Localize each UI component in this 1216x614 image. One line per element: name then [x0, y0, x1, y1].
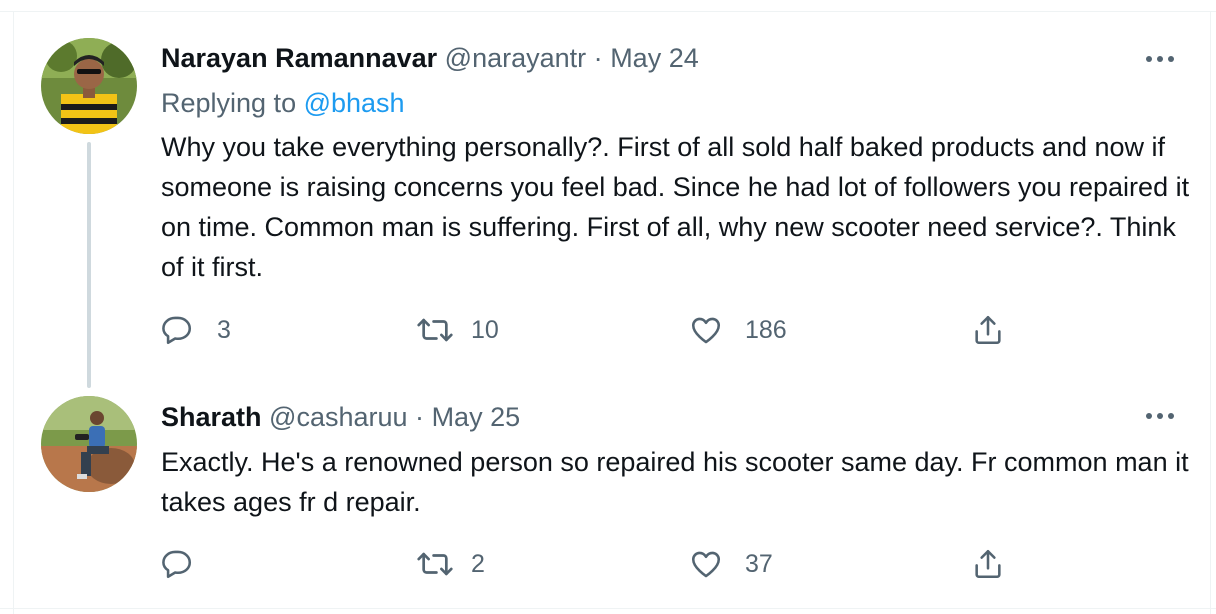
- author-handle[interactable]: @narayantr: [445, 43, 586, 73]
- like-icon: [691, 551, 721, 578]
- separator-dot: ·: [593, 43, 603, 73]
- tweet-date[interactable]: May 25: [432, 402, 521, 432]
- retweet-icon: [417, 552, 453, 576]
- frame-left: [0, 12, 14, 614]
- like-button[interactable]: 37: [689, 544, 773, 584]
- thread-line: [87, 142, 91, 388]
- more-icon: [1146, 413, 1174, 419]
- share-icon: [975, 549, 1001, 579]
- retweet-button[interactable]: 2: [415, 544, 485, 584]
- tweet-text: Exactly. He's a renowned person so repai…: [161, 447, 1189, 517]
- retweet-count: 10: [471, 315, 499, 344]
- avatar[interactable]: [41, 396, 137, 492]
- replying-mention[interactable]: @bhash: [304, 88, 405, 118]
- avatar[interactable]: [41, 38, 137, 134]
- reply-button[interactable]: [161, 544, 217, 584]
- avatar-sharath-image: [41, 396, 137, 492]
- author-name[interactable]: Sharath: [161, 402, 262, 432]
- like-icon: [691, 317, 721, 344]
- share-button[interactable]: [971, 544, 1005, 584]
- frame-top: [0, 0, 1216, 12]
- like-button[interactable]: 186: [689, 310, 787, 350]
- tweet-actions: 2 37: [161, 544, 1031, 584]
- like-count: 37: [745, 549, 773, 578]
- retweet-count: 2: [471, 549, 485, 578]
- replying-prefix: Replying to: [161, 88, 304, 118]
- like-count: 186: [745, 315, 787, 344]
- frame-right: [1210, 12, 1216, 614]
- reply-count: 3: [217, 315, 231, 344]
- frame-bottom: [0, 608, 1216, 614]
- tweet-narayan[interactable]: Narayan Ramannavar @narayantr · May 24 R…: [14, 12, 1210, 390]
- tweet-actions: 3 10 186: [161, 310, 1031, 350]
- replying-to: Replying to @bhash: [161, 86, 405, 120]
- author-name[interactable]: Narayan Ramannavar: [161, 43, 437, 73]
- reply-icon: [162, 550, 192, 579]
- tweet-header: Sharath @casharuu · May 25: [161, 400, 520, 434]
- more-button[interactable]: [1140, 401, 1180, 431]
- tweet-sharath[interactable]: Sharath @casharuu · May 25 Exactly. He's…: [14, 390, 1210, 608]
- more-icon: [1146, 56, 1174, 62]
- retweet-icon: [417, 318, 453, 342]
- reply-button[interactable]: 3: [161, 310, 231, 350]
- tweet-text: Why you take everything personally?. Fir…: [161, 132, 1190, 282]
- tweet-header: Narayan Ramannavar @narayantr · May 24: [161, 41, 699, 75]
- share-button[interactable]: [971, 310, 1005, 350]
- reply-icon: [162, 316, 192, 345]
- avatar-narayan-image: [41, 38, 137, 134]
- author-handle[interactable]: @casharuu: [269, 402, 407, 432]
- retweet-button[interactable]: 10: [415, 310, 499, 350]
- tweet-date[interactable]: May 24: [610, 43, 699, 73]
- more-button[interactable]: [1140, 44, 1180, 74]
- separator-dot: ·: [415, 402, 425, 432]
- share-icon: [975, 315, 1001, 345]
